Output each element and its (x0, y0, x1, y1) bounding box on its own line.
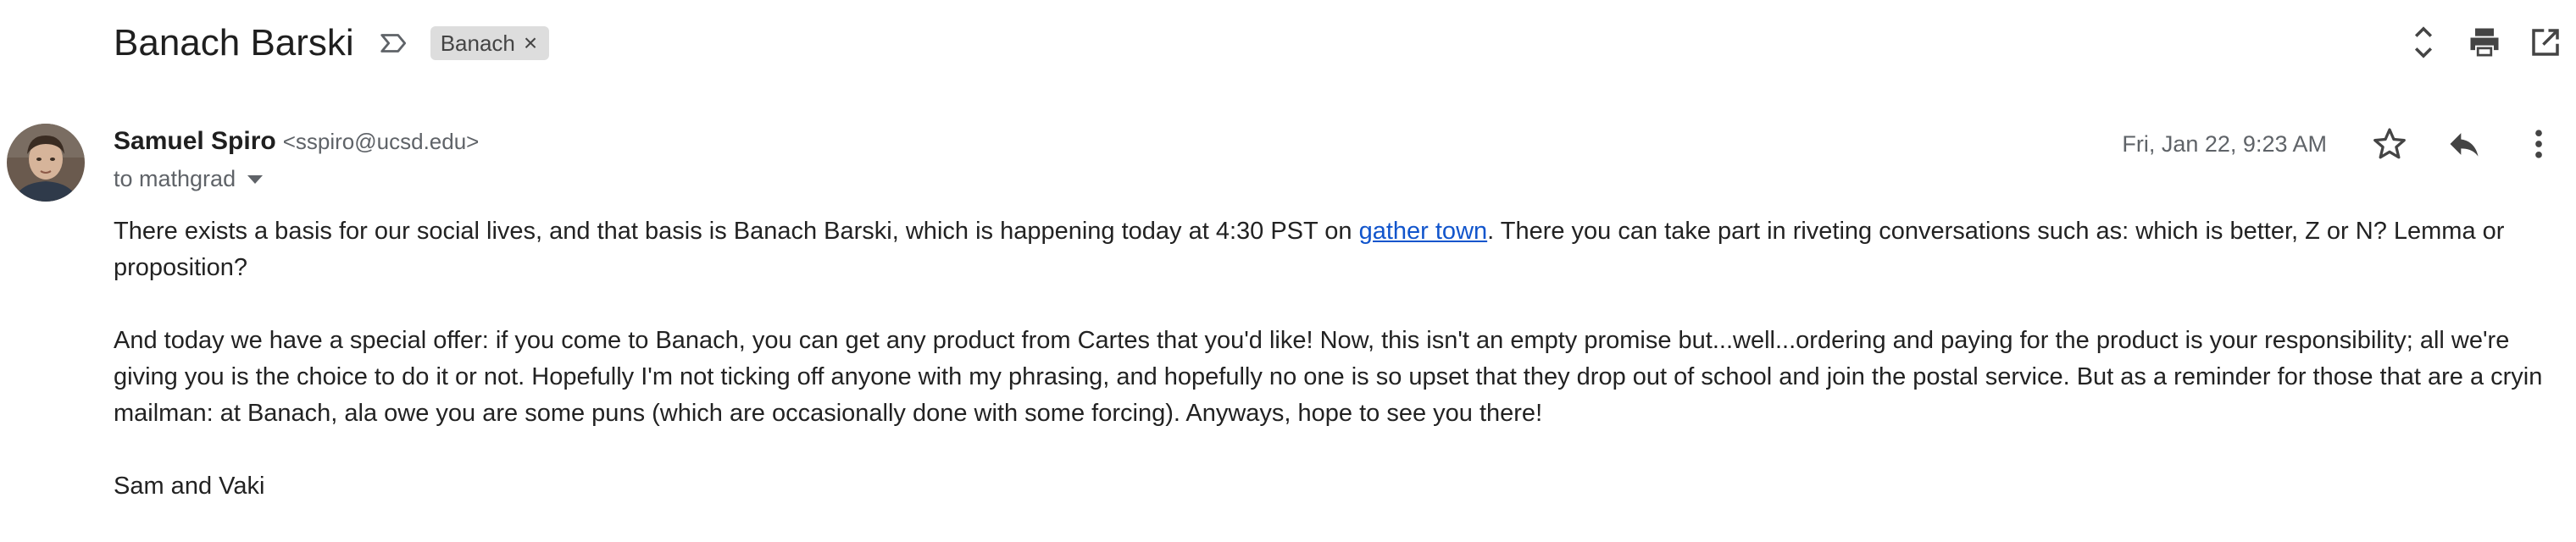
email-subject: Banach Barski (114, 22, 354, 64)
sender-avatar[interactable] (7, 124, 85, 202)
sender-name[interactable]: Samuel Spiro (114, 127, 276, 156)
avatar-photo (7, 124, 85, 202)
print-icon (2470, 28, 2499, 57)
sender-email: <sspiro@ucsd.edu> (282, 129, 480, 154)
open-in-new-window-icon (2532, 29, 2559, 56)
recipients-text: to mathgrad (114, 166, 236, 191)
reply-button[interactable] (2427, 117, 2501, 171)
gather-town-link[interactable]: gather town (1359, 218, 1488, 245)
body-paragraph-2: And today we have a special offer: if yo… (114, 327, 2543, 427)
reply-icon (2450, 133, 2479, 157)
body-paragraph-1: There exists a basis for our social live… (114, 213, 2554, 286)
label-arrow-icon[interactable] (378, 27, 410, 59)
message-date: Fri, Jan 22, 9:23 AM (2122, 130, 2327, 157)
recipients-row[interactable]: to mathgrad (114, 166, 264, 192)
signature: Sam and Vaki (114, 473, 265, 500)
sender-row: Samuel Spiro <sspiro@ucsd.edu> (114, 127, 479, 156)
remove-label-icon[interactable]: × (524, 30, 537, 57)
more-options-button[interactable] (2501, 117, 2576, 171)
show-details-icon[interactable] (247, 174, 264, 184)
message-meta: Fri, Jan 22, 9:23 AM (2122, 117, 2576, 171)
expand-all-icon (2414, 26, 2433, 58)
email-view: Banach Barski Banach × Samuel Spiro <ssp… (0, 0, 2576, 542)
star-icon (2373, 128, 2406, 159)
more-options-icon (2535, 130, 2542, 158)
label-chip[interactable]: Banach × (430, 26, 550, 60)
print-button[interactable] (2454, 19, 2515, 66)
message-body: There exists a basis for our social live… (114, 213, 2554, 541)
subject-row: Banach Barski Banach × (114, 14, 550, 73)
expand-all-button[interactable] (2393, 19, 2454, 66)
label-chip-text: Banach (440, 30, 515, 56)
star-button[interactable] (2352, 117, 2427, 171)
header-actions (2393, 19, 2576, 66)
open-in-new-window-button[interactable] (2515, 19, 2576, 66)
body-paragraph-1-start: There exists a basis for our social live… (114, 218, 1359, 245)
